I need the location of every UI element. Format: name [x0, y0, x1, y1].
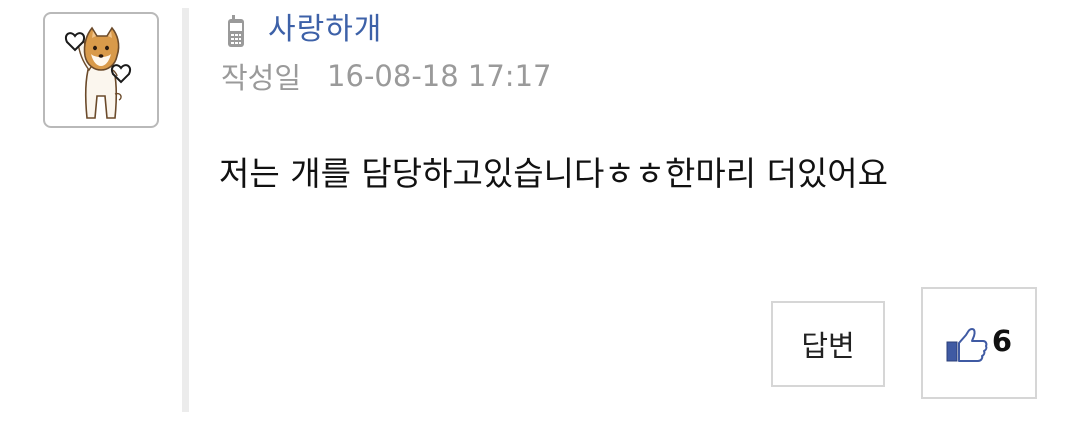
- author-row: 사랑하개: [226, 10, 382, 50]
- comment-date: 16-08-18 17:17: [327, 59, 552, 93]
- date-label: 작성일: [221, 61, 302, 95]
- author-name[interactable]: 사랑하개: [268, 10, 382, 50]
- thumbs-up-icon: [946, 328, 988, 362]
- comment-meta: 작성일 16-08-18 17:17: [221, 56, 551, 96]
- shiba-dog-avatar-icon: [65, 26, 131, 119]
- like-count: 6: [991, 324, 1013, 358]
- reply-button[interactable]: 답변: [771, 301, 885, 387]
- comment-card: 사랑하개 작성일 16-08-18 17:17 저는 개를 담당하고있습니다ㅎㅎ…: [0, 0, 1080, 423]
- like-button[interactable]: 6: [921, 287, 1037, 399]
- thread-divider: [182, 8, 189, 412]
- reply-button-label: 답변: [801, 329, 855, 363]
- comment-body: 저는 개를 담당하고있습니다ㅎㅎ한마리 더있어요: [219, 154, 889, 193]
- mobile-phone-icon: [228, 15, 244, 47]
- avatar[interactable]: [43, 12, 159, 128]
